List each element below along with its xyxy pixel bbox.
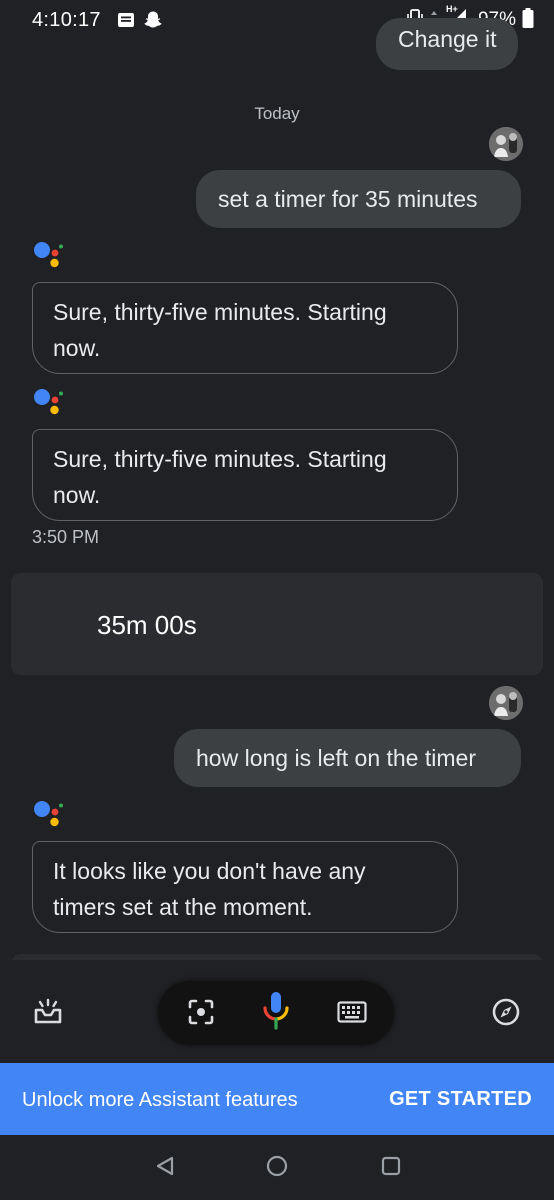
assistant-message: Sure, thirty-five minutes. Starting now. [32, 429, 458, 521]
input-bar [0, 960, 554, 1064]
assistant-logo-icon [34, 242, 63, 268]
conversation[interactable]: Change it Today set a timer for 35 minut… [0, 0, 554, 960]
assistant-message-line: now. [53, 335, 101, 361]
recents-button[interactable] [378, 1155, 404, 1181]
user-message-text: set a timer for 35 minutes [218, 185, 478, 212]
keyboard-icon [337, 1000, 367, 1028]
date-separator: Today [254, 104, 300, 123]
lens-icon [186, 997, 216, 1032]
snapshot-icon [32, 996, 64, 1033]
mic-button[interactable] [258, 991, 294, 1036]
assistant-logo-icon [34, 389, 63, 415]
user-avatar[interactable] [489, 127, 523, 161]
assistant-logo-icon [34, 801, 63, 827]
assistant-message-line: Sure, thirty-five minutes. Starting [53, 299, 387, 325]
message-timestamp: 3:50 PM [32, 527, 100, 547]
back-button[interactable] [152, 1155, 178, 1181]
home-button[interactable] [264, 1155, 290, 1181]
mic-icon [261, 991, 291, 1036]
assistant-message: Sure, thirty-five minutes. Starting now. [32, 282, 458, 374]
assistant-message-line: timers set at the moment. [53, 894, 313, 920]
timer-value: 35m 00s [97, 610, 197, 640]
snapshot-button[interactable] [30, 996, 66, 1032]
compass-icon [491, 997, 521, 1032]
user-avatar[interactable] [489, 686, 523, 720]
user-message: set a timer for 35 minutes [196, 170, 521, 228]
previous-user-bubble: Change it [376, 18, 519, 70]
user-message-text: how long is left on the timer [196, 744, 476, 771]
get-started-button[interactable]: GET STARTED [389, 1088, 532, 1111]
back-icon [154, 1155, 176, 1182]
assistant-message-line: It looks like you don't have any [53, 858, 366, 884]
explore-button[interactable] [488, 996, 524, 1032]
assistant-message-line: Sure, thirty-five minutes. Starting [53, 446, 387, 472]
promo-banner: Unlock more Assistant features GET START… [0, 1063, 554, 1135]
banner-text: Unlock more Assistant features [22, 1089, 298, 1111]
navigation-bar [0, 1135, 554, 1200]
user-message: how long is left on the timer [174, 729, 521, 787]
timer-card[interactable]: 35m 00s [11, 573, 543, 675]
keyboard-button[interactable] [334, 997, 370, 1031]
assistant-action-pill [158, 981, 394, 1045]
lens-button[interactable] [184, 997, 218, 1031]
home-icon [265, 1154, 289, 1183]
recents-icon [380, 1155, 402, 1182]
assistant-message: It looks like you don't have any timers … [32, 841, 458, 933]
previous-user-text: Change it [398, 26, 497, 52]
assistant-message-line: now. [53, 482, 101, 508]
